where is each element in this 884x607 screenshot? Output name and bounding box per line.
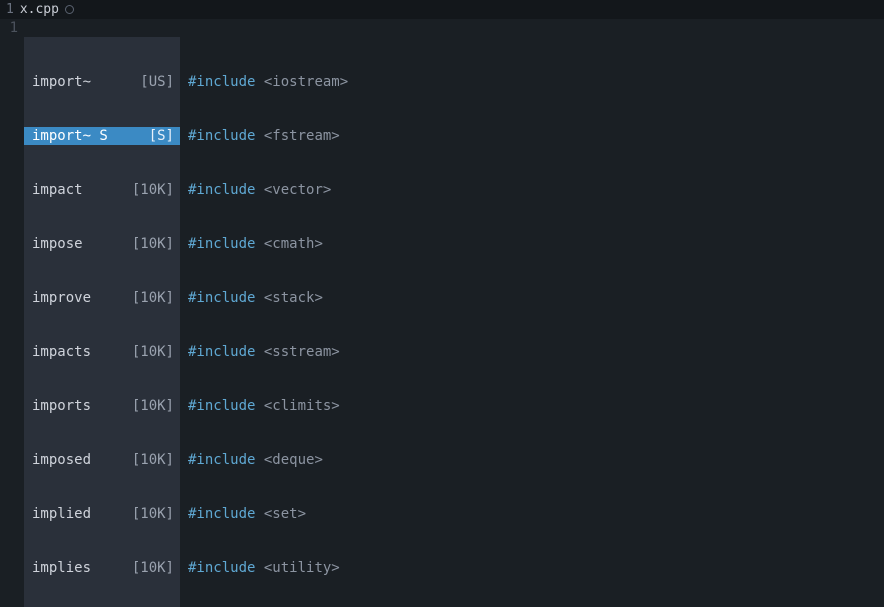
completion-item[interactable]: imports [10K]	[24, 397, 180, 415]
completion-popup[interactable]: import~ [US] import~ S [S] impact [10K] …	[24, 37, 180, 607]
completion-word: implied	[32, 505, 122, 523]
completion-word: improve	[32, 289, 122, 307]
completion-word: impose	[32, 235, 122, 253]
completion-word: import~ S	[32, 127, 139, 145]
completion-kind: [US]	[130, 73, 174, 91]
editor[interactable]: 1 import import~ [US] import~ S [S] impa…	[0, 19, 884, 217]
completion-kind: [S]	[139, 127, 174, 145]
completion-word: impacts	[32, 343, 122, 361]
completion-kind: [10K]	[122, 343, 174, 361]
completion-item-selected[interactable]: import~ S [S]	[24, 127, 180, 145]
tab-xcpp[interactable]: 1 x.cpp	[0, 1, 80, 19]
gutter: 1	[0, 19, 22, 217]
completion-item[interactable]: import~ [US]	[24, 73, 180, 91]
completion-kind: [10K]	[122, 559, 174, 577]
tab-index: 1	[6, 1, 14, 19]
line-number: 1	[0, 19, 18, 37]
completion-word: implies	[32, 559, 122, 577]
completion-word: import~	[32, 73, 130, 91]
completion-item[interactable]: impact [10K]	[24, 181, 180, 199]
completion-word: imposed	[32, 451, 122, 469]
completion-kind: [10K]	[122, 451, 174, 469]
completion-item[interactable]: implies [10K]	[24, 559, 180, 577]
completion-item[interactable]: implied [10K]	[24, 505, 180, 523]
completion-item[interactable]: impacts [10K]	[24, 343, 180, 361]
completion-kind: [10K]	[122, 181, 174, 199]
completion-kind: [10K]	[122, 289, 174, 307]
code-preview: #include <iostream> #include <fstream> #…	[188, 37, 829, 607]
tab-filename: x.cpp	[20, 1, 59, 19]
tab-bar: 1 x.cpp	[0, 0, 884, 19]
completion-kind: [10K]	[122, 397, 174, 415]
completion-item[interactable]: improve [10K]	[24, 289, 180, 307]
code-area[interactable]: import import~ [US] import~ S [S] impact…	[22, 19, 884, 217]
completion-item[interactable]: imposed [10K]	[24, 451, 180, 469]
completion-kind: [10K]	[122, 235, 174, 253]
completion-kind: [10K]	[122, 505, 174, 523]
completion-item[interactable]: impose [10K]	[24, 235, 180, 253]
completion-word: impact	[32, 181, 122, 199]
modified-indicator-icon	[65, 5, 74, 14]
completion-word: imports	[32, 397, 122, 415]
